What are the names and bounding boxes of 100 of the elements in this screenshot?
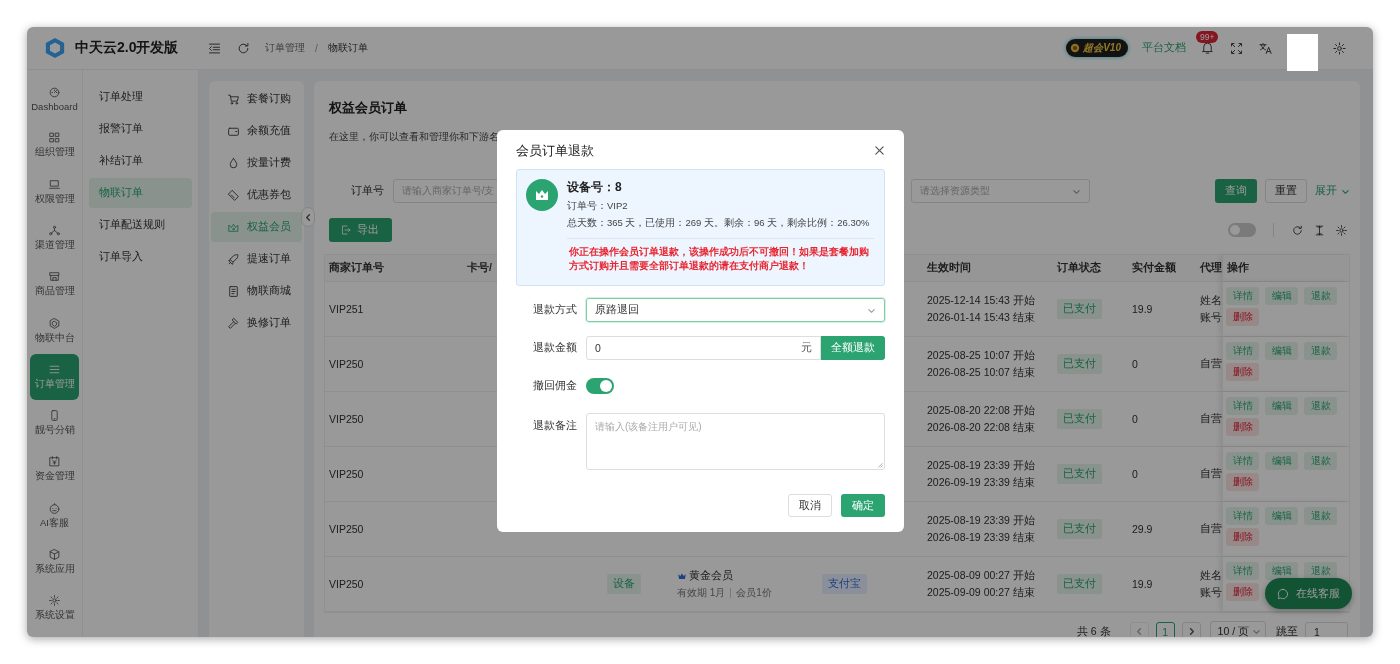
- grid-icon: [48, 131, 61, 145]
- next-page-button[interactable]: [1181, 622, 1201, 637]
- search-button[interactable]: 查询: [1215, 179, 1257, 203]
- full-refund-button[interactable]: 全额退款: [821, 336, 885, 360]
- action-button[interactable]: 详情: [1226, 287, 1259, 305]
- order-type-item[interactable]: 换修订单: [211, 308, 302, 338]
- action-button[interactable]: 编辑: [1265, 507, 1298, 525]
- settings-icon[interactable]: [1332, 40, 1347, 56]
- action-button[interactable]: 退款: [1304, 342, 1337, 360]
- delete-button[interactable]: 删除: [1226, 308, 1259, 326]
- form-label: 退款方式: [532, 303, 577, 317]
- delete-button[interactable]: 删除: [1226, 583, 1259, 601]
- end-time: 2026-09-19 23:39 结束: [927, 475, 1035, 490]
- toggle-switch[interactable]: [1228, 223, 1256, 237]
- nav-item[interactable]: 组织管理: [30, 122, 79, 169]
- reset-button[interactable]: 重置: [1265, 179, 1307, 203]
- nav-item[interactable]: 系统应用: [30, 538, 79, 585]
- settings-icon[interactable]: [1335, 223, 1348, 237]
- payment-tag: 支付宝: [822, 574, 867, 594]
- nav-item[interactable]: 资金管理: [30, 446, 79, 493]
- nav-item[interactable]: 权限管理: [30, 168, 79, 215]
- nav-item[interactable]: 物联中台: [30, 307, 79, 354]
- status-tag: 已支付: [1057, 354, 1102, 374]
- breadcrumb-link[interactable]: 物联订单: [327, 41, 368, 55]
- action-button[interactable]: 详情: [1226, 397, 1259, 415]
- nav-item[interactable]: Dashboard: [30, 76, 79, 123]
- nav-item[interactable]: 商品管理: [30, 261, 79, 308]
- order-type-item[interactable]: 优惠券包: [211, 180, 302, 210]
- order-type-item[interactable]: 物联商城: [211, 276, 302, 306]
- nav-item[interactable]: 系统设置: [30, 584, 79, 632]
- order-type-item[interactable]: 余额充值: [211, 116, 302, 146]
- delete-button[interactable]: 删除: [1226, 363, 1259, 381]
- order-type-item[interactable]: 提速订单: [211, 244, 302, 274]
- submenu-item[interactable]: 物联订单: [89, 178, 192, 208]
- refund-amount-field[interactable]: 0 元: [586, 336, 821, 360]
- page-size-select[interactable]: 10 / 页: [1209, 621, 1266, 637]
- docs-link[interactable]: 平台文档: [1142, 41, 1186, 55]
- nav-item[interactable]: 靓号分销: [30, 399, 79, 447]
- resize-grip-icon: [877, 462, 883, 468]
- settings-icon: [48, 594, 61, 608]
- action-button[interactable]: 编辑: [1265, 562, 1298, 580]
- chat-bubble-icon: [1276, 586, 1290, 601]
- cancel-button[interactable]: 取消: [788, 494, 832, 517]
- form-label: 退款金额: [532, 341, 577, 355]
- action-button[interactable]: 退款: [1304, 287, 1337, 305]
- page-title: 权益会员订单: [329, 99, 408, 117]
- action-button[interactable]: 详情: [1226, 562, 1259, 580]
- refresh-icon[interactable]: [236, 40, 251, 56]
- action-button[interactable]: 编辑: [1265, 342, 1298, 360]
- page-button[interactable]: 1: [1155, 622, 1175, 637]
- expand-link[interactable]: 展开: [1315, 184, 1350, 198]
- nav-item[interactable]: 渠道管理: [30, 214, 79, 262]
- delete-button[interactable]: 删除: [1226, 528, 1259, 546]
- submenu-item[interactable]: 补结订单: [89, 146, 192, 176]
- export-button[interactable]: 导出: [329, 218, 392, 242]
- agent-text: 账号: [1200, 585, 1222, 600]
- refund-note-field[interactable]: 请输入(该备注用户可见): [586, 413, 885, 470]
- action-button[interactable]: 退款: [1304, 397, 1337, 415]
- logo-icon: [44, 37, 66, 59]
- nav-item[interactable]: 订单管理: [30, 353, 79, 400]
- translate-icon[interactable]: [1258, 40, 1273, 56]
- order-number: 订单号：VIP2: [567, 200, 629, 213]
- nav-item[interactable]: AI客服: [30, 492, 79, 539]
- action-button[interactable]: 详情: [1226, 342, 1259, 360]
- confirm-button[interactable]: 确定: [841, 494, 885, 517]
- order-type-item[interactable]: 按量计费: [211, 148, 302, 178]
- order-number: VIP250: [329, 468, 364, 480]
- ticket-icon: [227, 188, 240, 202]
- column-height-icon[interactable]: [1313, 223, 1326, 237]
- close-icon[interactable]: [874, 145, 885, 156]
- refresh-icon[interactable]: [1291, 223, 1304, 237]
- submenu-item[interactable]: 订单配送规则: [89, 210, 192, 240]
- chevron-down-icon: [1252, 627, 1261, 636]
- action-button[interactable]: 详情: [1226, 452, 1259, 470]
- online-service-button[interactable]: 在线客服: [1265, 578, 1352, 609]
- action-button[interactable]: 编辑: [1265, 397, 1298, 415]
- refund-method-select[interactable]: 原路退回: [586, 298, 885, 322]
- menu-fold-icon[interactable]: [207, 40, 222, 56]
- action-button[interactable]: 编辑: [1265, 452, 1298, 470]
- delete-button[interactable]: 删除: [1226, 473, 1259, 491]
- action-button[interactable]: 编辑: [1265, 287, 1298, 305]
- type-tag: 设备: [607, 574, 641, 594]
- submenu-item[interactable]: 报警订单: [89, 114, 192, 144]
- submenu-item[interactable]: 订单处理: [89, 82, 192, 112]
- delete-button[interactable]: 删除: [1226, 418, 1259, 436]
- status-tag: 已支付: [1057, 299, 1102, 319]
- order-type-item[interactable]: 套餐订购: [211, 84, 302, 114]
- end-time: 2026-01-14 15:43 结束: [927, 310, 1035, 325]
- paid-amount: 0: [1132, 358, 1138, 370]
- action-button[interactable]: 退款: [1304, 507, 1337, 525]
- submenu-item[interactable]: 订单导入: [89, 242, 192, 272]
- fullscreen-icon[interactable]: [1229, 40, 1244, 56]
- action-button[interactable]: 退款: [1304, 452, 1337, 470]
- total-count: 共 6 条: [1076, 624, 1111, 637]
- action-button[interactable]: 详情: [1226, 507, 1259, 525]
- order-type-item[interactable]: 权益会员: [211, 212, 302, 242]
- breadcrumb-link[interactable]: 订单管理: [265, 41, 305, 55]
- toggle-switch[interactable]: [586, 378, 614, 394]
- jump-page-field[interactable]: 1: [1305, 622, 1348, 637]
- collapse-button[interactable]: [301, 207, 315, 227]
